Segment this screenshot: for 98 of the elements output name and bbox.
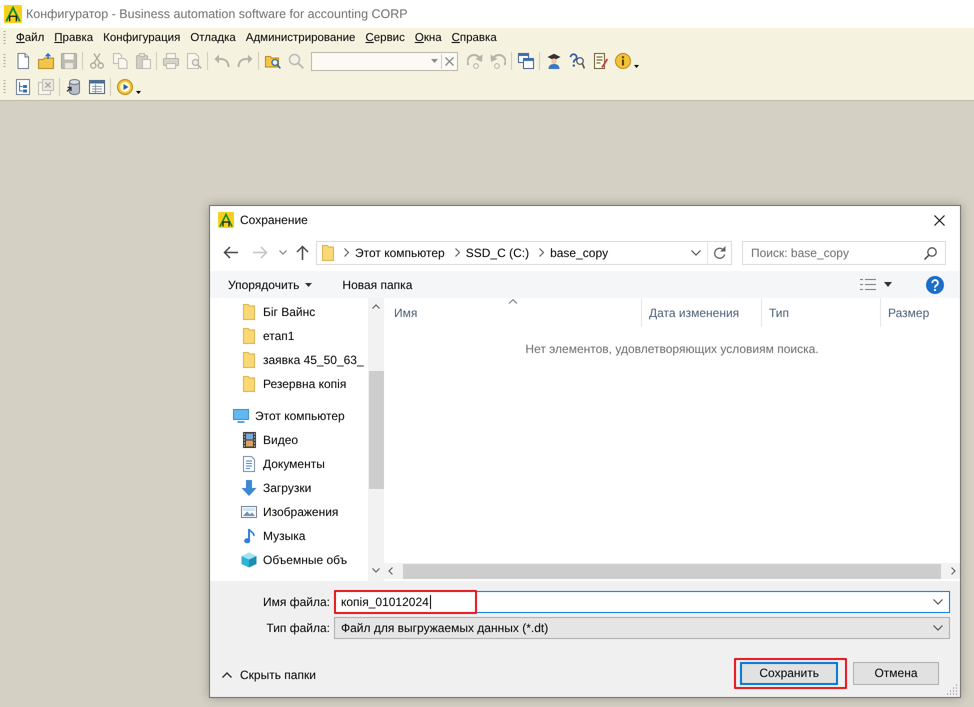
music-note-icon — [244, 528, 254, 544]
folder-icon — [243, 304, 255, 320]
search-combo-field[interactable] — [311, 52, 458, 70]
chevron-down-icon[interactable] — [933, 599, 943, 605]
menu-item[interactable]: Файл — [11, 29, 50, 47]
close-icon — [934, 214, 944, 226]
caret-icon[interactable] — [884, 282, 892, 287]
folder-icon — [243, 376, 255, 392]
document-icon — [243, 456, 255, 472]
nav-item[interactable]: Музыка — [210, 524, 368, 548]
chevron-down-icon[interactable] — [691, 250, 701, 256]
database-icon[interactable] — [66, 79, 82, 95]
nav-item[interactable]: Загрузки — [210, 476, 368, 500]
notepad-icon[interactable] — [592, 53, 608, 69]
menu-item[interactable]: Сервис — [360, 29, 410, 47]
nav-item[interactable]: Документы — [210, 452, 368, 476]
play-icon[interactable] — [116, 79, 132, 95]
app-logo-icon — [4, 5, 22, 23]
nav-item[interactable]: Изображения — [210, 500, 368, 524]
refresh-icon — [713, 246, 726, 260]
column-header[interactable]: Имя — [384, 298, 641, 327]
menu-item[interactable]: Отладка — [185, 29, 241, 47]
chevron-right-icon — [539, 248, 544, 257]
folder-icon — [322, 244, 334, 260]
column-header[interactable]: Размер — [880, 298, 960, 327]
scroll-down-icon[interactable] — [372, 568, 380, 573]
menu-item[interactable]: Конфигурация — [98, 29, 186, 47]
search-icon[interactable] — [924, 246, 937, 260]
app-logo-icon — [218, 212, 234, 228]
nav-item[interactable]: Видео — [210, 428, 368, 452]
window-title: Конфигуратор - Business automation software for accounting CORP — [26, 7, 408, 21]
chevron-right-icon — [454, 248, 460, 257]
folder-icon — [243, 328, 255, 344]
details-view-icon[interactable] — [860, 279, 876, 290]
clear-icon[interactable] — [445, 56, 454, 66]
chevron-down-icon[interactable] — [279, 250, 287, 255]
text-cursor — [430, 595, 431, 609]
command-button[interactable]: Новая папка — [342, 278, 412, 292]
nav-item[interactable]: Біг Вайнс — [210, 300, 368, 324]
column-header[interactable]: Дата изменения — [641, 298, 761, 327]
download-arrow-icon — [241, 480, 257, 496]
grip-icon[interactable] — [3, 53, 6, 69]
picture-icon — [241, 506, 257, 518]
field-label: Имя файла: — [263, 595, 330, 609]
search-field[interactable]: Поиск: base_copy — [742, 240, 946, 264]
form-icon[interactable] — [88, 79, 104, 95]
tree-page-icon[interactable] — [14, 79, 30, 95]
breadcrumb-item[interactable]: Этот компьютер — [355, 246, 445, 260]
menu-item[interactable]: Окна — [410, 29, 447, 47]
filename-field[interactable]: копія_01012024 — [334, 591, 950, 613]
field-label: Тип файла: — [266, 621, 330, 635]
dialog-button[interactable]: Сохранить — [740, 662, 838, 684]
grip-icon[interactable] — [3, 79, 6, 95]
menu-item[interactable]: Правка — [49, 29, 98, 47]
menu-item[interactable]: Администрирование — [240, 29, 360, 47]
scroll-left-icon[interactable] — [388, 567, 393, 575]
scroll-up-icon[interactable] — [372, 304, 380, 309]
nav-item[interactable]: Резервна копія — [210, 372, 368, 396]
folder-icon — [243, 352, 255, 368]
grip-icon[interactable] — [3, 30, 6, 46]
hide-folders-button[interactable]: Скрыть папки — [222, 668, 316, 682]
help-icon[interactable] — [926, 276, 944, 294]
dialog-title: Сохранение — [240, 213, 309, 227]
info-icon[interactable] — [614, 53, 630, 69]
empty-message: Нет элементов, удовлетворяющих условиям поиска. — [525, 342, 819, 356]
resize-grip-icon[interactable] — [947, 684, 958, 695]
question-magnifier-icon[interactable] — [568, 53, 584, 69]
filetype-select[interactable]: Файл для выгружаемых данных (*.dt) — [334, 617, 950, 639]
blank-page-icon[interactable] — [14, 53, 30, 69]
dialog-button[interactable]: Отмена — [853, 662, 939, 684]
graduate-icon[interactable] — [546, 53, 562, 69]
scrollbar-thumb[interactable] — [368, 371, 384, 489]
cube-icon — [241, 552, 257, 568]
column-header[interactable]: Тип — [761, 298, 880, 327]
monitor-icon — [233, 409, 249, 423]
chevron-down-icon[interactable] — [933, 625, 943, 631]
back-arrow-icon[interactable] — [223, 246, 238, 259]
folder-arrow-icon[interactable] — [38, 53, 54, 69]
chevron-right-icon — [344, 248, 349, 257]
command-button[interactable]: Упорядочить — [228, 278, 312, 292]
up-arrow-icon[interactable] — [296, 245, 309, 260]
nav-item[interactable]: Этот компьютер — [210, 404, 368, 428]
address-bar[interactable]: Этот компьютер SSD_C (C:) base_copy — [316, 240, 732, 264]
breadcrumb-item[interactable]: SSD_C (C:) — [466, 246, 530, 260]
vertical-scrollbar[interactable] — [368, 298, 384, 581]
nav-item[interactable]: етап1 — [210, 324, 368, 348]
breadcrumb-item[interactable]: base_copy — [550, 246, 608, 260]
chevron-down-icon[interactable] — [431, 59, 438, 63]
scroll-right-icon[interactable] — [951, 567, 956, 575]
menu-item[interactable]: Справка — [446, 29, 502, 47]
windows-icon[interactable] — [518, 53, 534, 69]
folder-magnifier-icon[interactable] — [264, 53, 280, 69]
nav-item[interactable]: Объемные объ — [210, 548, 368, 572]
chevron-up-icon — [222, 672, 232, 678]
film-strip-icon — [242, 432, 256, 448]
caret-icon[interactable] — [634, 64, 639, 68]
caret-icon[interactable] — [136, 90, 141, 94]
nav-item[interactable]: заявка 45_50_63_ — [210, 348, 368, 372]
